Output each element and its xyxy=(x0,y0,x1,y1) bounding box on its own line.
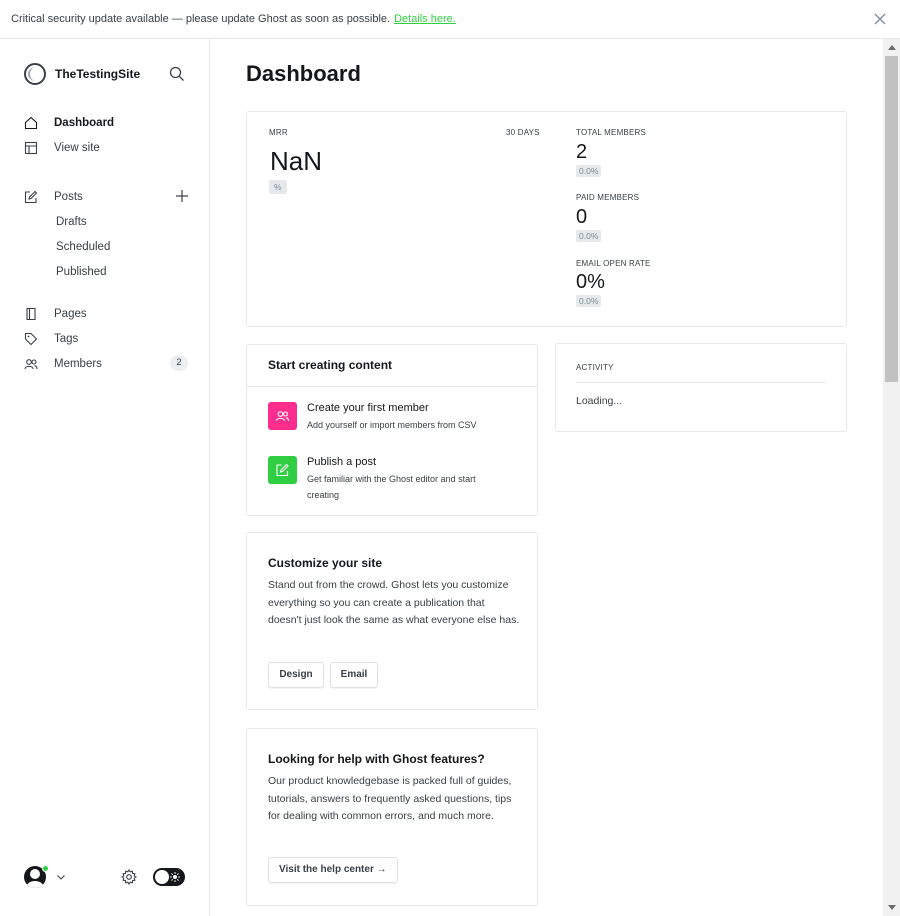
sidebar-footer xyxy=(24,864,189,890)
sidebar-item-label: Published xyxy=(56,265,107,278)
period-label[interactable]: 30 DAYS xyxy=(506,128,540,137)
sidebar-item-view-site[interactable]: View site xyxy=(24,135,189,160)
email-open-rate-change: 0.0% xyxy=(576,295,602,307)
sun-icon xyxy=(170,872,180,882)
banner-text: Critical security update available — ple… xyxy=(11,13,391,25)
close-icon[interactable] xyxy=(873,12,887,26)
sidebar-item-label: Drafts xyxy=(56,215,87,228)
edit-icon xyxy=(24,190,38,203)
sidebar-item-tags[interactable]: Tags xyxy=(24,326,189,351)
sidebar-item-drafts[interactable]: Drafts xyxy=(24,209,189,234)
sidebar-item-posts[interactable]: Posts xyxy=(24,184,189,209)
sidebar-item-members[interactable]: Members 2 xyxy=(24,351,189,376)
sidebar-item-label: Members xyxy=(54,357,102,370)
email-button[interactable]: Email xyxy=(330,662,378,688)
scroll-up-arrow-icon[interactable] xyxy=(888,45,896,50)
sidebar-item-label: Dashboard xyxy=(54,116,115,129)
chevron-down-icon[interactable] xyxy=(56,872,66,882)
sidebar-item-pages[interactable]: Pages xyxy=(24,301,189,326)
customize-title: Customize your site xyxy=(268,556,383,570)
scroll-down-arrow-icon[interactable] xyxy=(888,905,896,910)
customize-card: Customize your site Stand out from the c… xyxy=(246,532,538,710)
nav-posts: Posts Drafts Scheduled Published xyxy=(24,184,189,284)
banner-details-link[interactable]: Details here. xyxy=(394,13,456,25)
paid-members-value: 0 xyxy=(576,206,588,228)
sidebar: TheTestingSite Dashboard View site Posts… xyxy=(0,39,210,916)
sidebar-item-label: Scheduled xyxy=(56,240,111,253)
online-status-dot xyxy=(42,865,49,872)
help-title: Looking for help with Ghost features? xyxy=(268,752,485,766)
sidebar-item-label: View site xyxy=(54,141,100,154)
main-content: Dashboard MRR 30 DAYS NaN % TOTAL MEMBER… xyxy=(211,39,883,916)
mrr-value: NaN xyxy=(270,146,323,176)
gear-icon[interactable] xyxy=(121,869,137,885)
help-card: Looking for help with Ghost features? Ou… xyxy=(246,728,538,906)
home-icon xyxy=(24,116,38,129)
item-desc: Get familiar with the Ghost editor and s… xyxy=(307,474,476,500)
nav-primary: Dashboard View site xyxy=(24,110,189,160)
site-name: TheTestingSite xyxy=(55,67,141,81)
mrr-change: % xyxy=(269,180,287,194)
sidebar-item-published[interactable]: Published xyxy=(24,259,189,284)
member-icon xyxy=(268,402,297,430)
activity-loading: Loading... xyxy=(576,395,623,407)
scrollbar[interactable] xyxy=(883,39,900,916)
layout-icon xyxy=(24,141,38,154)
mrr-label: MRR xyxy=(269,128,288,137)
create-member-item[interactable]: Create your first member Add yourself or… xyxy=(247,395,537,439)
divider xyxy=(576,382,826,383)
site-logo xyxy=(24,63,46,85)
sidebar-item-dashboard[interactable]: Dashboard xyxy=(24,110,189,135)
sidebar-item-label: Posts xyxy=(54,190,83,203)
start-creating-card: Start creating content Create your first… xyxy=(246,344,538,516)
sidebar-item-label: Pages xyxy=(54,307,87,320)
help-text: Our product knowledgebase is packed full… xyxy=(268,775,512,822)
stats-card: MRR 30 DAYS NaN % TOTAL MEMBERS 2 0.0% P… xyxy=(246,111,847,327)
publish-post-item[interactable]: Publish a post Get familiar with the Gho… xyxy=(247,449,537,509)
paid-members-label: PAID MEMBERS xyxy=(576,193,640,202)
members-icon xyxy=(24,358,38,369)
scrollbar-thumb[interactable] xyxy=(885,56,898,382)
visit-help-center-button[interactable]: Visit the help center → xyxy=(268,857,398,883)
total-members-change: 0.0% xyxy=(576,165,602,177)
activity-label: ACTIVITY xyxy=(576,363,614,372)
item-desc: Add yourself or import members from CSV xyxy=(307,420,477,430)
nav-secondary: Pages Tags Members 2 xyxy=(24,301,189,376)
total-members-label: TOTAL MEMBERS xyxy=(576,128,647,137)
search-icon[interactable] xyxy=(169,66,185,82)
edit-icon xyxy=(268,456,297,484)
dark-mode-toggle[interactable] xyxy=(153,868,185,886)
activity-card: ACTIVITY Loading... xyxy=(555,343,847,432)
paid-members-change: 0.0% xyxy=(576,230,602,242)
security-banner: Critical security update available — ple… xyxy=(0,0,900,39)
page-icon xyxy=(26,307,36,320)
sidebar-item-label: Tags xyxy=(54,332,79,345)
page-title: Dashboard xyxy=(246,61,361,86)
site-header[interactable]: TheTestingSite xyxy=(24,63,140,85)
divider xyxy=(247,386,537,387)
sidebar-item-scheduled[interactable]: Scheduled xyxy=(24,234,189,259)
tag-icon xyxy=(24,332,38,345)
add-post-icon[interactable] xyxy=(175,189,189,203)
email-open-rate-label: EMAIL OPEN RATE xyxy=(576,259,651,268)
members-count-badge: 2 xyxy=(170,355,188,371)
customize-text: Stand out from the crowd. Ghost lets you… xyxy=(268,579,520,626)
design-button[interactable]: Design xyxy=(268,662,324,688)
total-members-value: 2 xyxy=(576,141,588,163)
item-title: Create your first member xyxy=(307,402,429,414)
item-title: Publish a post xyxy=(307,456,377,468)
email-open-rate-value: 0% xyxy=(576,271,605,293)
start-creating-title: Start creating content xyxy=(268,358,393,372)
